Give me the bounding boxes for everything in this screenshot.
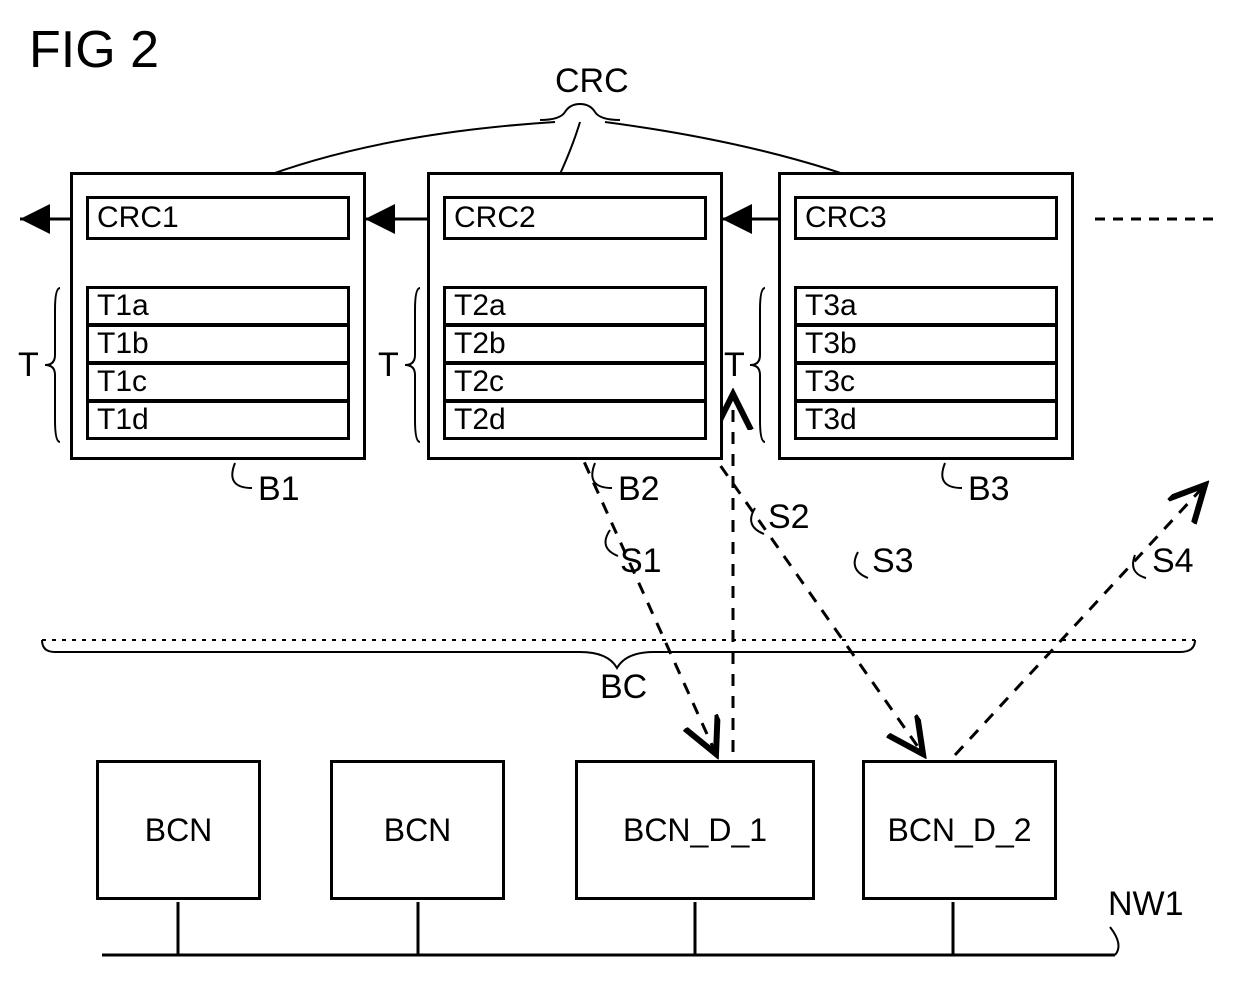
bc-label: BC [600, 668, 647, 707]
s3-label: S3 [872, 542, 914, 581]
t2b-row: T2b [443, 324, 707, 364]
t1c-row: T1c [86, 362, 350, 402]
t1d-row: T1d [86, 400, 350, 440]
b3-label: B3 [968, 470, 1010, 509]
t1b-row: T1b [86, 324, 350, 364]
t2d-row: T2d [443, 400, 707, 440]
b1-label: B1 [258, 470, 300, 509]
t3c-row: T3c [794, 362, 1058, 402]
t3a-row: T3a [794, 286, 1058, 326]
t-label-1: T [18, 346, 39, 385]
t3d-row: T3d [794, 400, 1058, 440]
crc3-box: CRC3 [794, 196, 1058, 240]
t-label-3: T [724, 346, 745, 385]
t-label-2: T [378, 346, 399, 385]
t3b-row: T3b [794, 324, 1058, 364]
s4-label: S4 [1152, 542, 1194, 581]
figure-title: FIG 2 [29, 20, 159, 80]
bcn-d-1-box: BCN_D_1 [575, 760, 815, 900]
crc-label: CRC [555, 62, 629, 101]
bcn-box-1: BCN [96, 760, 261, 900]
nw1-label: NW1 [1108, 885, 1184, 924]
crc1-box: CRC1 [86, 196, 350, 240]
t2a-row: T2a [443, 286, 707, 326]
bcn-d-2-box: BCN_D_2 [862, 760, 1057, 900]
t2c-row: T2c [443, 362, 707, 402]
t1a-row: T1a [86, 286, 350, 326]
s2-label: S2 [768, 498, 810, 537]
bcn-box-2: BCN [330, 760, 505, 900]
b2-label: B2 [618, 470, 660, 509]
s1-label: S1 [620, 542, 662, 581]
crc2-box: CRC2 [443, 196, 707, 240]
